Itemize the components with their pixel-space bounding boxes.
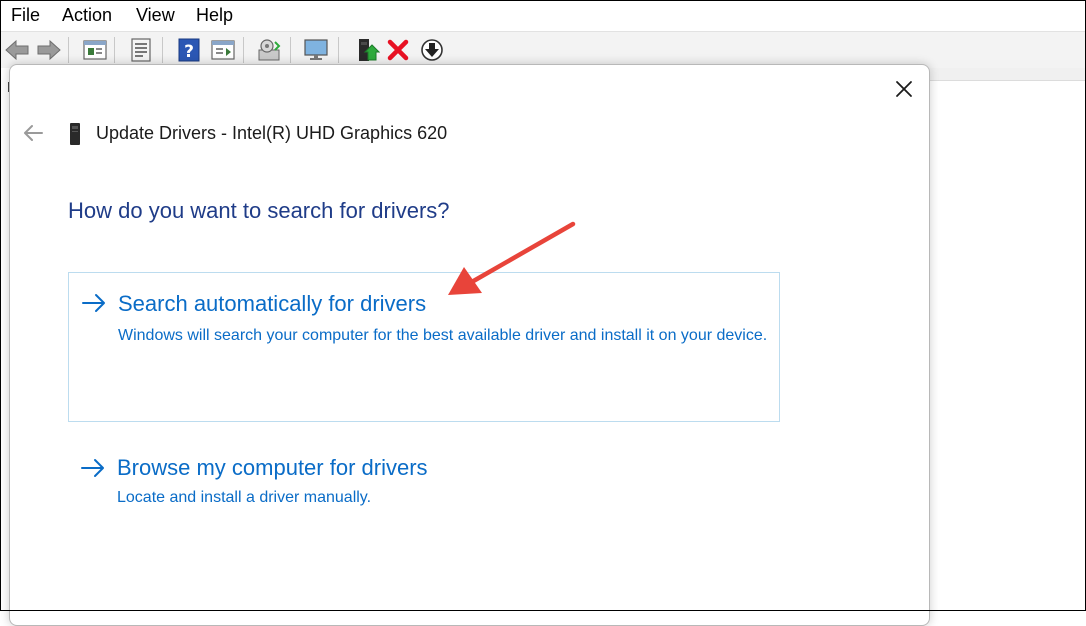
disable-device-icon[interactable] [418,36,446,64]
forward-arrow-icon[interactable] [35,36,63,64]
option-description: Windows will search your computer for th… [118,327,768,344]
option-title: Search automatically for drivers [118,291,427,316]
list-view-icon[interactable] [127,36,155,64]
svg-text:?: ? [184,42,194,62]
back-arrow-icon [24,125,43,141]
pane-header-strip [928,68,1086,81]
menu-file[interactable]: File [11,4,40,26]
option-title: Browse my computer for drivers [117,455,428,480]
back-arrow-icon[interactable] [3,36,31,64]
toolbar-separator [162,37,163,63]
browse-computer-option[interactable]: Browse my computer for drivers Locate an… [68,445,778,515]
toolbar-separator [68,37,69,63]
action-pane-icon[interactable] [209,36,237,64]
properties-icon[interactable] [81,36,109,64]
right-arrow-icon [81,293,107,313]
scan-hardware-icon[interactable] [255,36,283,64]
close-icon [896,81,912,97]
annotation-arrow-icon [448,221,576,295]
uninstall-icon[interactable] [384,36,412,64]
toolbar-separator [243,37,244,63]
toolbar-separator [290,37,291,63]
menu-view[interactable]: View [136,4,175,26]
toolbar-separator [114,37,115,63]
page-heading: How do you want to search for drivers? [68,198,450,223]
graphics-card-icon [68,122,82,146]
help-icon[interactable]: ? [175,36,203,64]
update-drivers-dialog: Update Drivers - Intel(R) UHD Graphics 6… [9,64,930,626]
menu-action[interactable]: Action [62,4,112,26]
menu-help[interactable]: Help [196,4,233,26]
dialog-title: Update Drivers - Intel(R) UHD Graphics 6… [96,123,448,143]
option-description: Locate and install a driver manually. [117,489,372,506]
search-automatically-option[interactable]: Search automatically for drivers Windows… [68,272,780,422]
close-button[interactable] [890,75,918,103]
monitor-icon[interactable] [302,36,330,64]
update-driver-icon[interactable] [352,36,381,64]
back-button[interactable] [20,121,46,145]
menu-bar: File Action View Help [0,0,1086,31]
right-arrow-icon [80,458,106,478]
toolbar-separator [338,37,339,63]
